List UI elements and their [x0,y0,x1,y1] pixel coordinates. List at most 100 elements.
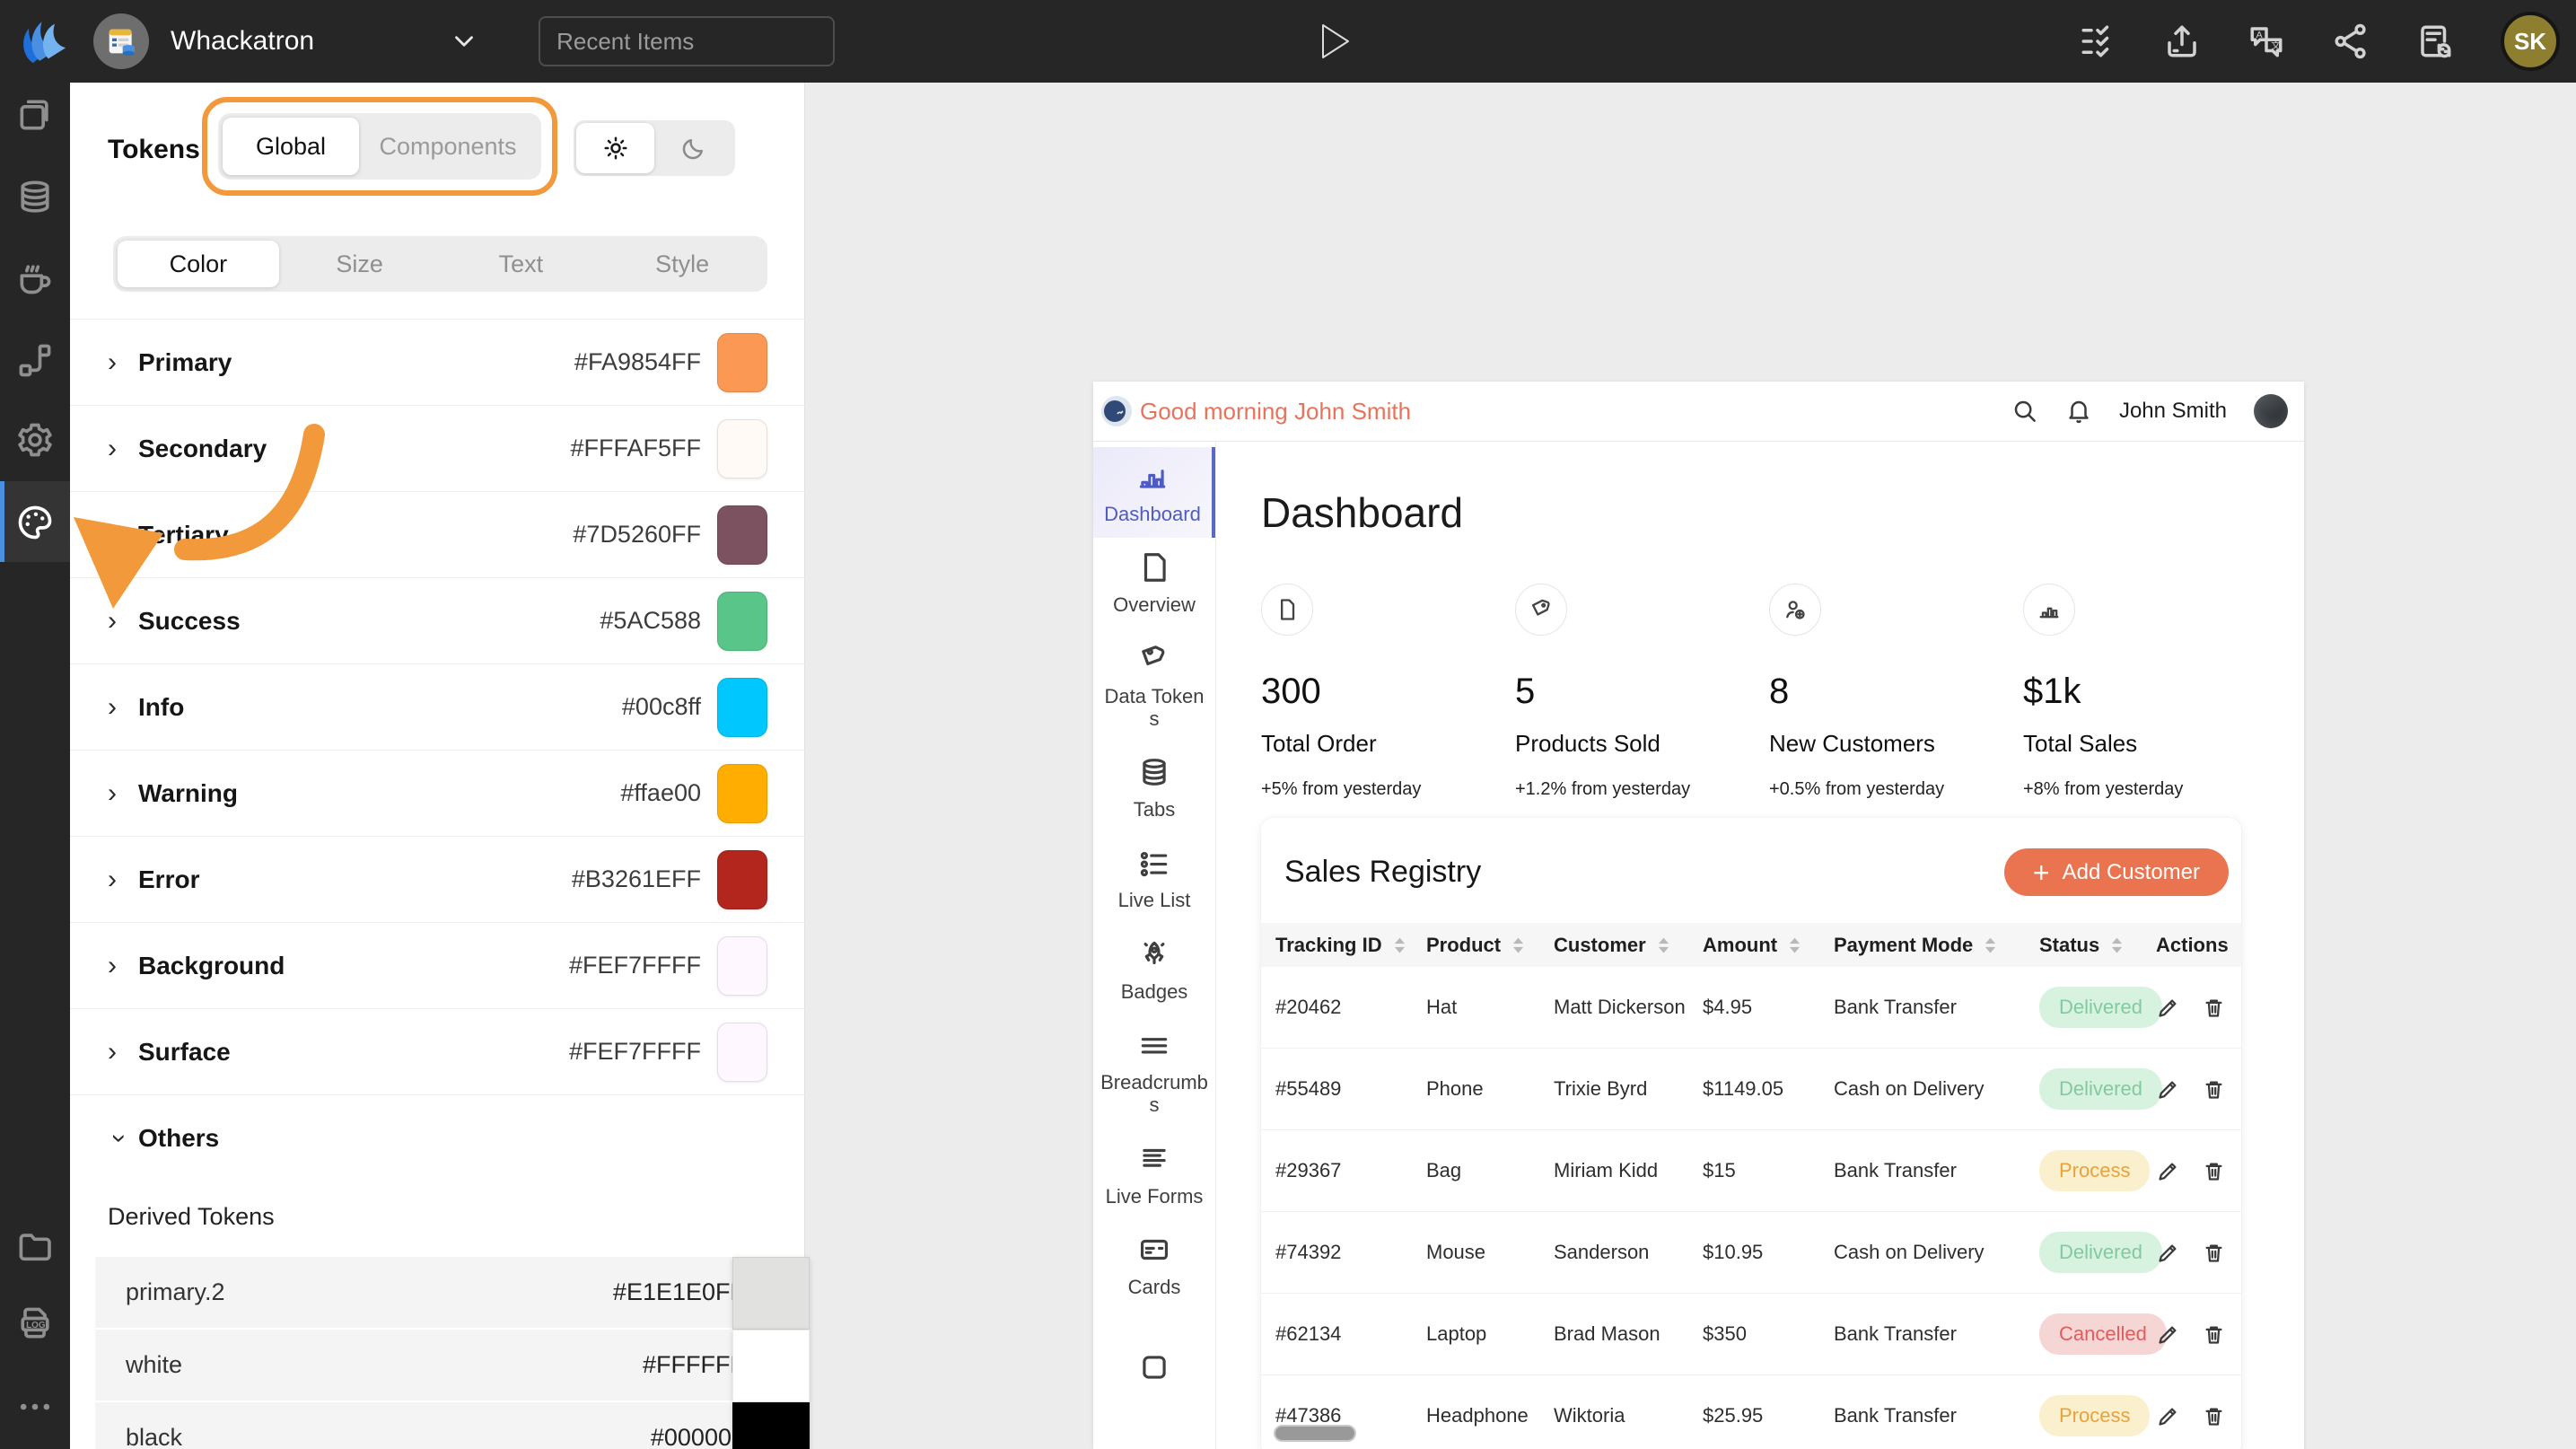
export-icon[interactable] [2163,22,2201,60]
token-row[interactable]: › Tertiary #7D5260FF [70,492,805,578]
light-mode-button[interactable] [576,123,654,173]
edit-pencil-icon[interactable] [2156,1404,2180,1428]
chevron-right-icon[interactable]: › [108,349,131,376]
token-swatch[interactable] [717,419,767,479]
sort-icon[interactable] [1511,935,1525,955]
task-list-icon[interactable] [2079,22,2116,60]
sort-icon[interactable] [1788,935,1801,955]
edit-pencil-icon[interactable] [2156,1322,2180,1347]
delete-trash-icon[interactable] [2202,1404,2226,1428]
token-swatch[interactable] [717,850,767,909]
sort-icon[interactable] [1984,935,1997,955]
token-swatch[interactable] [717,678,767,737]
sidebar-item-breadcrumbs[interactable]: Breadcrumbs [1093,1015,1215,1129]
edit-pencil-icon[interactable] [2156,1241,2180,1265]
tab-global[interactable]: Global [223,118,359,175]
sort-icon[interactable] [1393,935,1406,955]
settings-gear-icon[interactable] [15,420,55,460]
token-row[interactable]: › Secondary #FFFAF5FF [70,406,805,492]
chevron-right-icon[interactable]: › [108,780,131,807]
token-swatch[interactable] [732,1257,810,1330]
sidebar-item-overview[interactable]: Overview [1093,538,1215,628]
token-row[interactable]: › Warning #ffae00 [70,751,805,837]
sidebar-item-live-list[interactable]: Live List [1093,833,1215,924]
token-swatch[interactable] [732,1330,810,1402]
token-row[interactable]: › Background #FEF7FFFF [70,923,805,1009]
column-header-customer[interactable]: Customer [1554,934,1703,957]
chevron-down-icon[interactable]: › [106,1127,133,1150]
tab-size[interactable]: Size [279,241,441,287]
derived-token-row[interactable]: white #FFFFFF [95,1330,759,1402]
edit-pencil-icon[interactable] [2156,1077,2180,1102]
play-icon[interactable] [1312,20,1355,63]
recent-items-input[interactable]: Recent Items [539,16,835,66]
more-ellipsis-icon[interactable] [15,1387,55,1427]
project-icon[interactable] [93,13,149,69]
token-row[interactable]: › Surface #FEF7FFFF [70,1009,805,1095]
delete-trash-icon[interactable] [2202,1322,2226,1347]
token-swatch[interactable] [717,592,767,651]
translate-icon[interactable]: A 文 [2247,22,2285,60]
sidebar-item-tabs[interactable]: Tabs [1093,742,1215,833]
column-header-amount[interactable]: Amount [1703,934,1834,957]
token-swatch[interactable] [717,1023,767,1082]
dark-mode-button[interactable] [654,123,732,173]
horizontal-scrollbar-thumb[interactable] [1274,1425,1356,1442]
token-swatch[interactable] [717,936,767,996]
token-swatch[interactable] [717,333,767,392]
column-header-tracking-id[interactable]: Tracking ID [1275,934,1426,957]
column-header-product[interactable]: Product [1426,934,1554,957]
palette-icon[interactable] [15,503,55,542]
chevron-right-icon[interactable]: › [108,953,131,979]
delete-trash-icon[interactable] [2202,1159,2226,1183]
tab-color[interactable]: Color [118,241,279,287]
tab-text[interactable]: Text [441,241,602,287]
sort-icon[interactable] [2110,935,2124,955]
delete-trash-icon[interactable] [2202,1077,2226,1102]
chevron-right-icon[interactable]: › [108,866,131,893]
token-row[interactable]: › Success #5AC588 [70,578,805,664]
tab-components[interactable]: Components [359,118,537,175]
coffee-icon[interactable] [15,258,55,297]
bell-icon[interactable] [2065,398,2092,425]
column-header-payment-mode[interactable]: Payment Mode [1834,934,2039,957]
derived-token-row[interactable]: black #000000 [95,1402,759,1449]
sidebar-item-live-forms[interactable]: Live Forms [1093,1129,1215,1220]
derived-token-row[interactable]: primary.2 #E1E1E0FF [95,1257,759,1330]
chevron-right-icon[interactable]: › [108,608,131,635]
edit-pencil-icon[interactable] [2156,1159,2180,1183]
delete-trash-icon[interactable] [2202,996,2226,1020]
edit-pencil-icon[interactable] [2156,996,2180,1020]
delete-trash-icon[interactable] [2202,1241,2226,1265]
doc-sync-icon[interactable] [2416,22,2454,60]
chevron-down-icon[interactable] [449,26,479,57]
chevron-right-icon[interactable]: › [108,694,131,721]
token-group-others[interactable]: › Others [70,1095,805,1181]
folder-icon[interactable] [15,1226,55,1266]
log-file-icon[interactable]: LOG [15,1304,55,1343]
chevron-right-icon[interactable]: › [108,1039,131,1066]
token-swatch[interactable] [717,505,767,565]
share-graph-icon[interactable] [2332,22,2370,60]
sidebar-item-badges[interactable]: Badges [1093,925,1215,1015]
token-row[interactable]: › Info #00c8ff [70,664,805,751]
sidebar-item-partial[interactable] [1093,1338,1215,1397]
tab-style[interactable]: Style [601,241,763,287]
token-row[interactable]: › Primary #FA9854FF [70,320,805,406]
database-icon[interactable] [15,178,55,217]
workflow-icon[interactable] [15,340,55,380]
column-header-status[interactable]: Status [2039,934,2156,957]
sidebar-item-data-tokens[interactable]: Data Tokens [1093,629,1215,743]
token-row[interactable]: › Error #B3261EFF [70,837,805,923]
preview-user-avatar[interactable] [2254,394,2288,428]
user-avatar[interactable]: SK [2501,12,2560,71]
token-swatch[interactable] [732,1402,810,1449]
sort-icon[interactable] [1657,935,1670,955]
chevron-right-icon[interactable]: › [108,435,131,462]
sidebar-item-cards[interactable]: Cards [1093,1220,1215,1311]
sidebar-item-dashboard[interactable]: Dashboard [1093,447,1215,538]
token-swatch[interactable] [717,764,767,823]
search-icon[interactable] [2011,398,2038,425]
pages-icon[interactable] [15,95,55,135]
chevron-right-icon[interactable]: › [108,522,131,549]
